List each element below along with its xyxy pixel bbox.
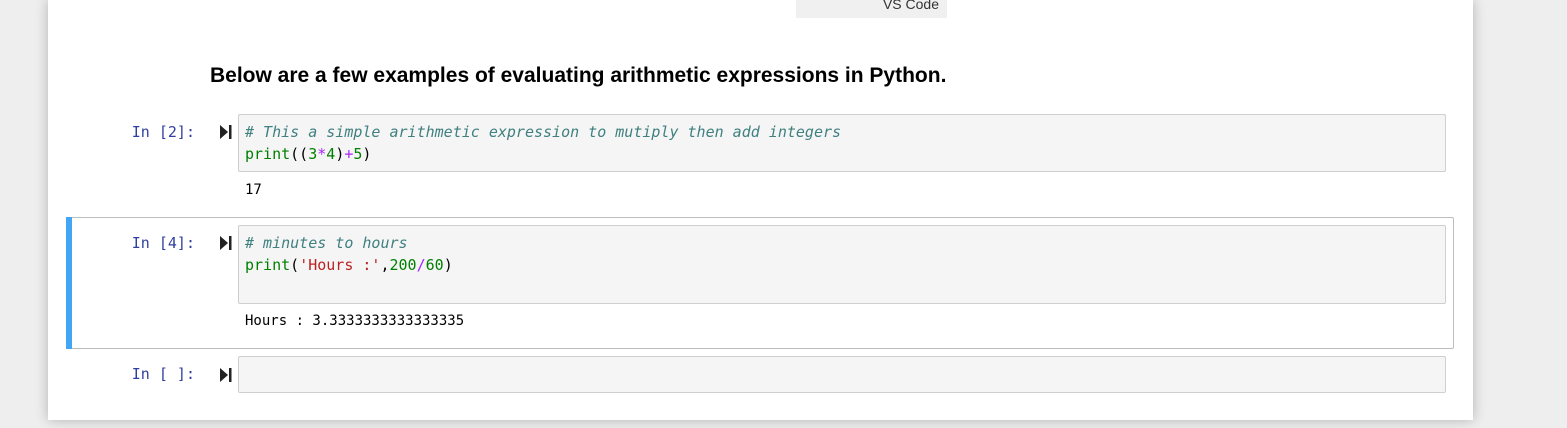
code-token: /: [416, 256, 426, 274]
cell-prompt: In [2]:: [131, 123, 195, 141]
code-token: ,: [380, 256, 390, 274]
code-cell[interactable]: # minutes to hours print('Hours :',200/6…: [238, 225, 1446, 304]
vscode-tab[interactable]: VS Code: [796, 0, 947, 18]
run-cell-icon[interactable]: [219, 367, 233, 383]
selection-indicator: [66, 217, 72, 349]
code-token: 200: [389, 256, 417, 274]
code-comment: # This a simple arithmetic expression to…: [245, 123, 842, 141]
code-token: ): [335, 145, 345, 163]
code-token: *: [317, 145, 327, 163]
code-token: ): [362, 145, 372, 163]
markdown-heading: Below are a few examples of evaluating a…: [210, 64, 947, 87]
cell-output: 17: [245, 182, 262, 198]
cell-prompt: In [ ]:: [131, 365, 195, 383]
run-cell-icon[interactable]: [219, 124, 233, 140]
run-cell-icon[interactable]: [219, 235, 233, 251]
code-cell-empty[interactable]: [238, 356, 1446, 393]
code-token: 'Hours :': [299, 256, 381, 274]
code-token: print: [245, 256, 291, 274]
code-token: 60: [425, 256, 444, 274]
code-token: ): [443, 256, 453, 274]
code-token: print: [245, 145, 291, 163]
code-token: 3: [308, 145, 318, 163]
code-cell[interactable]: # This a simple arithmetic expression to…: [238, 114, 1446, 172]
code-token: (: [290, 256, 300, 274]
code-token: ((: [290, 145, 309, 163]
cell-prompt: In [4]:: [131, 234, 195, 252]
code-comment: # minutes to hours: [245, 234, 408, 252]
cell-output: Hours : 3.3333333333333335: [245, 313, 465, 329]
code-token: 4: [326, 145, 336, 163]
